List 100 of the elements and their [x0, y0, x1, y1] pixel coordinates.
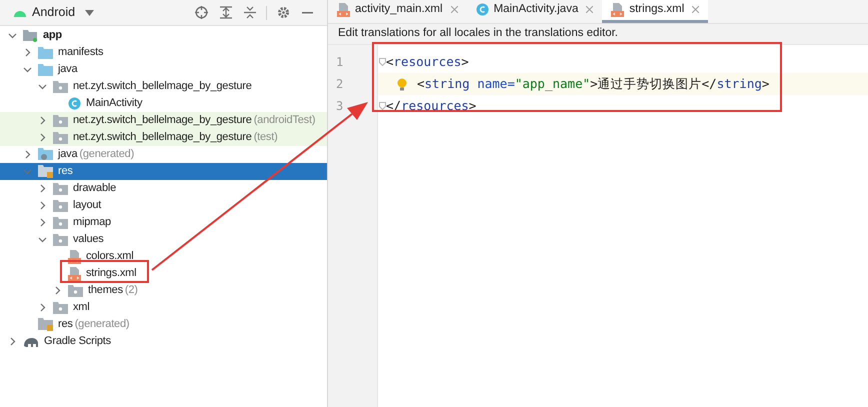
chevron-right-icon[interactable]: [38, 133, 47, 142]
tree-item-label: mipmap: [73, 215, 111, 230]
tree-item[interactable]: net.zyt.switch_bellelmage_by_gesture: [0, 78, 327, 95]
chevron-right-icon[interactable]: [23, 48, 32, 57]
line-number: 2: [336, 76, 344, 93]
module-folder-icon: [23, 29, 38, 42]
tree-item-label: net.zyt.switch_bellelmage_by_gesture: [73, 113, 252, 128]
tree-item[interactable]: app: [0, 27, 327, 44]
folder-icon: [38, 64, 53, 76]
class-icon: [68, 97, 81, 110]
tree-item-label: net.zyt.switch_bellelmage_by_gesture: [73, 79, 252, 94]
tab-label: strings.xml: [629, 2, 684, 17]
xml-file-icon: [611, 2, 624, 16]
view-selector[interactable]: Android: [32, 3, 76, 22]
settings-icon[interactable]: [277, 6, 290, 19]
tree-item[interactable]: drawable: [0, 180, 327, 197]
chevron-down-icon[interactable]: [8, 31, 17, 40]
tree-item-label: java: [58, 147, 78, 162]
tree-item[interactable]: MainActivity: [0, 95, 327, 112]
close-icon[interactable]: [692, 6, 700, 13]
tree-item-note: (generated): [74, 317, 130, 332]
tree-item[interactable]: net.zyt.switch_bellelmage_by_gesture (androidTest): [0, 112, 327, 129]
tree-item[interactable]: Gradle Scripts: [0, 333, 327, 350]
tree-item[interactable]: res (generated): [0, 316, 327, 333]
tree-item[interactable]: net.zyt.switch_bellelmage_by_gesture (test): [0, 129, 327, 146]
collapse-all-icon[interactable]: [244, 6, 256, 19]
class-icon: [476, 3, 489, 16]
xml-file-icon: [68, 250, 81, 264]
tree-item-note: (androidTest): [254, 113, 316, 128]
line-number: 3: [336, 98, 344, 115]
chevron-right-icon[interactable]: [8, 337, 17, 346]
tree-item[interactable]: manifests: [0, 44, 327, 61]
dropdown-caret-icon[interactable]: [85, 10, 94, 16]
tree-item[interactable]: themes (2): [0, 282, 327, 299]
tree-item-note: (2): [124, 283, 138, 298]
xml-file-icon: [337, 2, 350, 16]
package-folder-icon: [53, 302, 68, 314]
tree-item[interactable]: strings.xml: [0, 265, 327, 282]
chevron-right-icon[interactable]: [38, 303, 47, 312]
tree-item[interactable]: mipmap: [0, 214, 327, 231]
package-folder-icon: [53, 216, 68, 228]
editor-tab[interactable]: MainActivity.java: [466, 0, 602, 23]
tree-item-note: (generated): [79, 147, 134, 162]
chevron-right-icon[interactable]: [38, 218, 47, 227]
tree-item-label: res: [58, 317, 73, 332]
generated-folder-icon: [38, 148, 53, 161]
fold-marker-icon[interactable]: [378, 58, 386, 66]
close-icon[interactable]: [450, 6, 458, 13]
chevron-down-icon[interactable]: [38, 82, 47, 91]
tree-item-label: net.zyt.switch_bellelmage_by_gesture: [73, 130, 252, 146]
line-number: 1: [336, 54, 344, 71]
chevron-right-icon[interactable]: [38, 116, 47, 125]
chevron-down-icon[interactable]: [23, 65, 32, 74]
tree-item-label: colors.xml: [86, 249, 134, 264]
tree-item[interactable]: layout: [0, 197, 327, 214]
chevron-right-icon[interactable]: [23, 150, 32, 159]
package-folder-icon: [53, 182, 68, 194]
tree-item-label: values: [73, 232, 104, 248]
tree-item[interactable]: values: [0, 231, 327, 248]
tree-item-label: drawable: [73, 181, 116, 196]
tree-item-label: xml: [73, 300, 90, 316]
tree-item[interactable]: java (generated): [0, 146, 327, 163]
expand-all-icon[interactable]: [220, 6, 232, 19]
tree-item-label: java: [58, 62, 78, 78]
resource-folder-icon: [38, 165, 53, 178]
package-folder-icon: [53, 132, 68, 144]
tree-item[interactable]: java: [0, 61, 327, 78]
crosshair-icon[interactable]: [195, 6, 208, 19]
close-icon[interactable]: [586, 6, 594, 13]
chevron-right-icon[interactable]: [38, 201, 47, 210]
code-line: <resources>: [386, 52, 469, 71]
lightbulb-icon[interactable]: [396, 78, 406, 90]
tree-item-label: res: [58, 164, 73, 180]
tree-item-label: themes: [88, 283, 123, 298]
editor-tab[interactable]: activity_main.xml: [328, 0, 467, 23]
code-line: </resources>: [386, 96, 476, 115]
code-line: <string name="app_name">通过手势切换图片</string>: [417, 74, 770, 93]
minimize-icon[interactable]: [302, 12, 313, 14]
editor-tab[interactable]: strings.xml: [602, 0, 708, 23]
tree-item[interactable]: xml: [0, 299, 327, 316]
package-folder-icon: [53, 80, 68, 92]
tree-item[interactable]: res: [0, 163, 327, 180]
fold-marker-icon[interactable]: [378, 102, 386, 110]
tree-item-label: Gradle Scripts: [44, 334, 111, 350]
chevron-right-icon[interactable]: [53, 286, 62, 295]
package-folder-icon: [68, 284, 83, 296]
folder-icon: [38, 46, 53, 58]
resource-folder-icon: [38, 318, 53, 331]
android-icon: [14, 8, 26, 16]
package-folder-icon: [53, 234, 68, 246]
tab-label: MainActivity.java: [494, 2, 578, 17]
package-folder-icon: [53, 114, 68, 126]
chevron-right-icon[interactable]: [38, 184, 47, 193]
chevron-down-icon[interactable]: [38, 235, 47, 244]
tree-item[interactable]: colors.xml: [0, 248, 327, 265]
tree-item-label: strings.xml: [86, 266, 136, 282]
tree-item-label: layout: [73, 198, 102, 214]
tree-item-note: (test): [254, 130, 278, 146]
notification-text: Edit translations for all locales in the translations editor.: [338, 26, 618, 42]
tree-item-label: manifests: [58, 45, 104, 60]
